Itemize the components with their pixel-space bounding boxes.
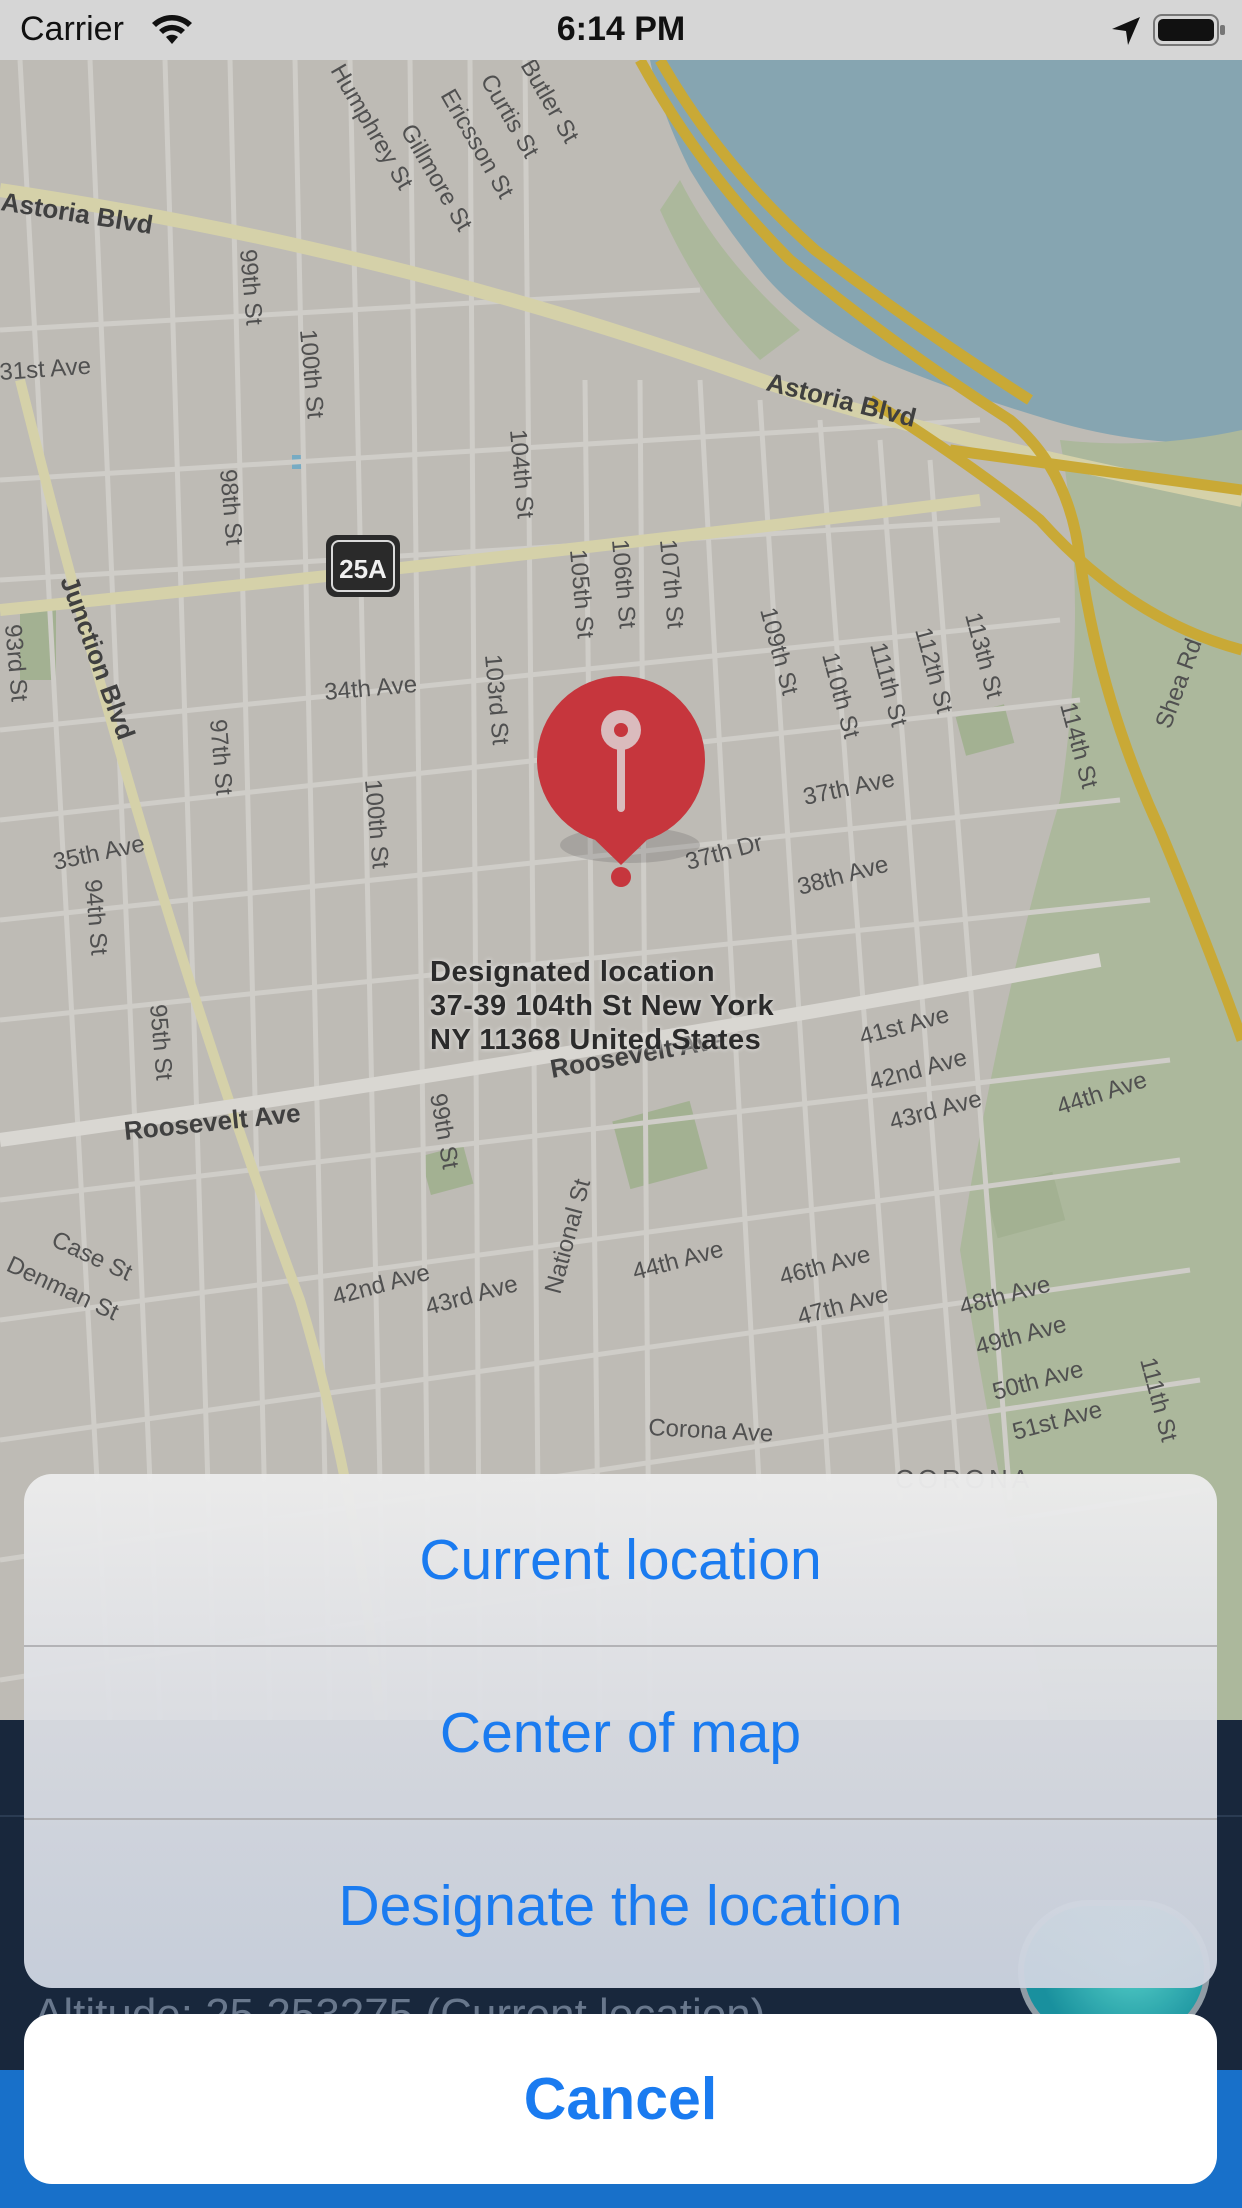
location-arrow-icon xyxy=(1112,17,1140,45)
battery-icon xyxy=(1153,14,1225,46)
center-of-map-button[interactable]: Center of map xyxy=(24,1647,1217,1818)
current-location-button[interactable]: Current location xyxy=(24,1474,1217,1645)
action-sheet: Current location Center of map Designate… xyxy=(24,1474,1217,1988)
status-time: 6:14 PM xyxy=(556,10,686,48)
status-bar: Carrier 6:14 PM xyxy=(0,0,1242,60)
cancel-button[interactable]: Cancel xyxy=(24,2014,1217,2184)
designate-location-button[interactable]: Designate the location xyxy=(24,1820,1217,1988)
